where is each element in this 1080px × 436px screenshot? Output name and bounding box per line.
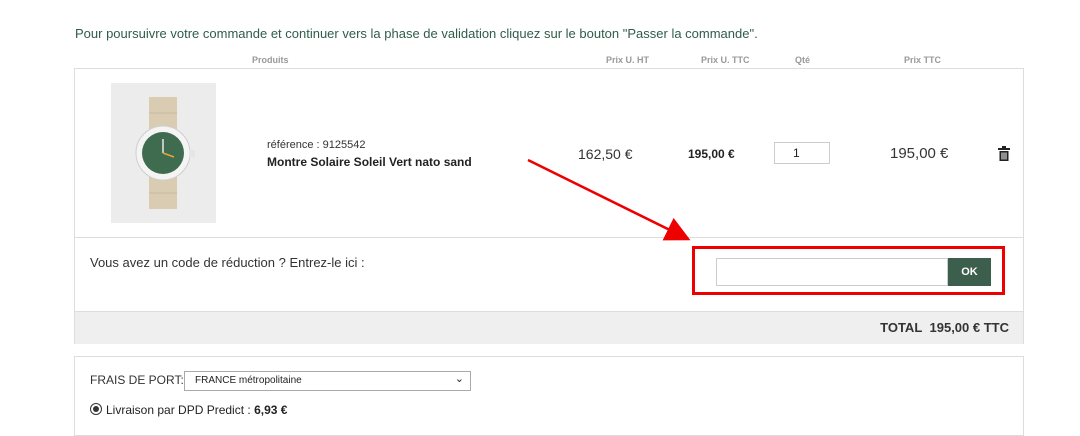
shipping-box <box>74 356 1024 436</box>
column-header-qty: Qté <box>795 55 811 65</box>
watch-product-image[interactable] <box>111 83 216 223</box>
shipping-option-price: 6,93 € <box>254 403 288 417</box>
radio-selected-icon[interactable] <box>90 403 102 415</box>
cart-total: TOTAL 195,00 € TTC <box>880 320 1009 335</box>
trash-icon[interactable] <box>997 146 1011 167</box>
shipping-country-select[interactable]: FRANCE métropolitaine ⌄ <box>184 371 471 391</box>
unit-price-ht: 162,50 € <box>578 146 633 162</box>
column-header-total-ttc: Prix TTC <box>904 55 942 65</box>
product-name[interactable]: Montre Solaire Soleil Vert nato sand <box>267 155 472 169</box>
line-total: 195,00 € <box>890 145 949 162</box>
shipping-option-dpd[interactable]: Livraison par DPD Predict : 6,93 € <box>90 403 287 417</box>
quantity-input[interactable]: 1 <box>774 142 830 164</box>
unit-price-ttc: 195,00 € <box>688 147 735 161</box>
column-header-products: Produits <box>252 55 289 65</box>
shipping-option-label: Livraison par DPD Predict : <box>106 403 255 417</box>
chevron-down-icon: ⌄ <box>454 373 464 385</box>
shipping-country-value: FRANCE métropolitaine <box>195 375 302 386</box>
cart-table <box>74 68 1024 344</box>
cart-total-bar: TOTAL 195,00 € TTC <box>75 311 1023 344</box>
total-amount: 195,00 € TTC <box>929 320 1010 335</box>
product-reference: référence : 9125542 <box>267 139 366 151</box>
total-label: TOTAL <box>880 320 923 335</box>
annotation-highlight-box <box>692 246 1005 295</box>
instruction-text: Pour poursuivre votre commande et contin… <box>75 26 758 41</box>
shipping-label: FRAIS DE PORT: <box>90 373 184 387</box>
column-header-unit-ttc: Prix U. TTC <box>701 55 750 65</box>
promo-code-label: Vous avez un code de réduction ? Entrez-… <box>90 255 365 270</box>
column-header-unit-ht: Prix U. HT <box>606 55 650 65</box>
row-divider <box>75 237 1023 238</box>
